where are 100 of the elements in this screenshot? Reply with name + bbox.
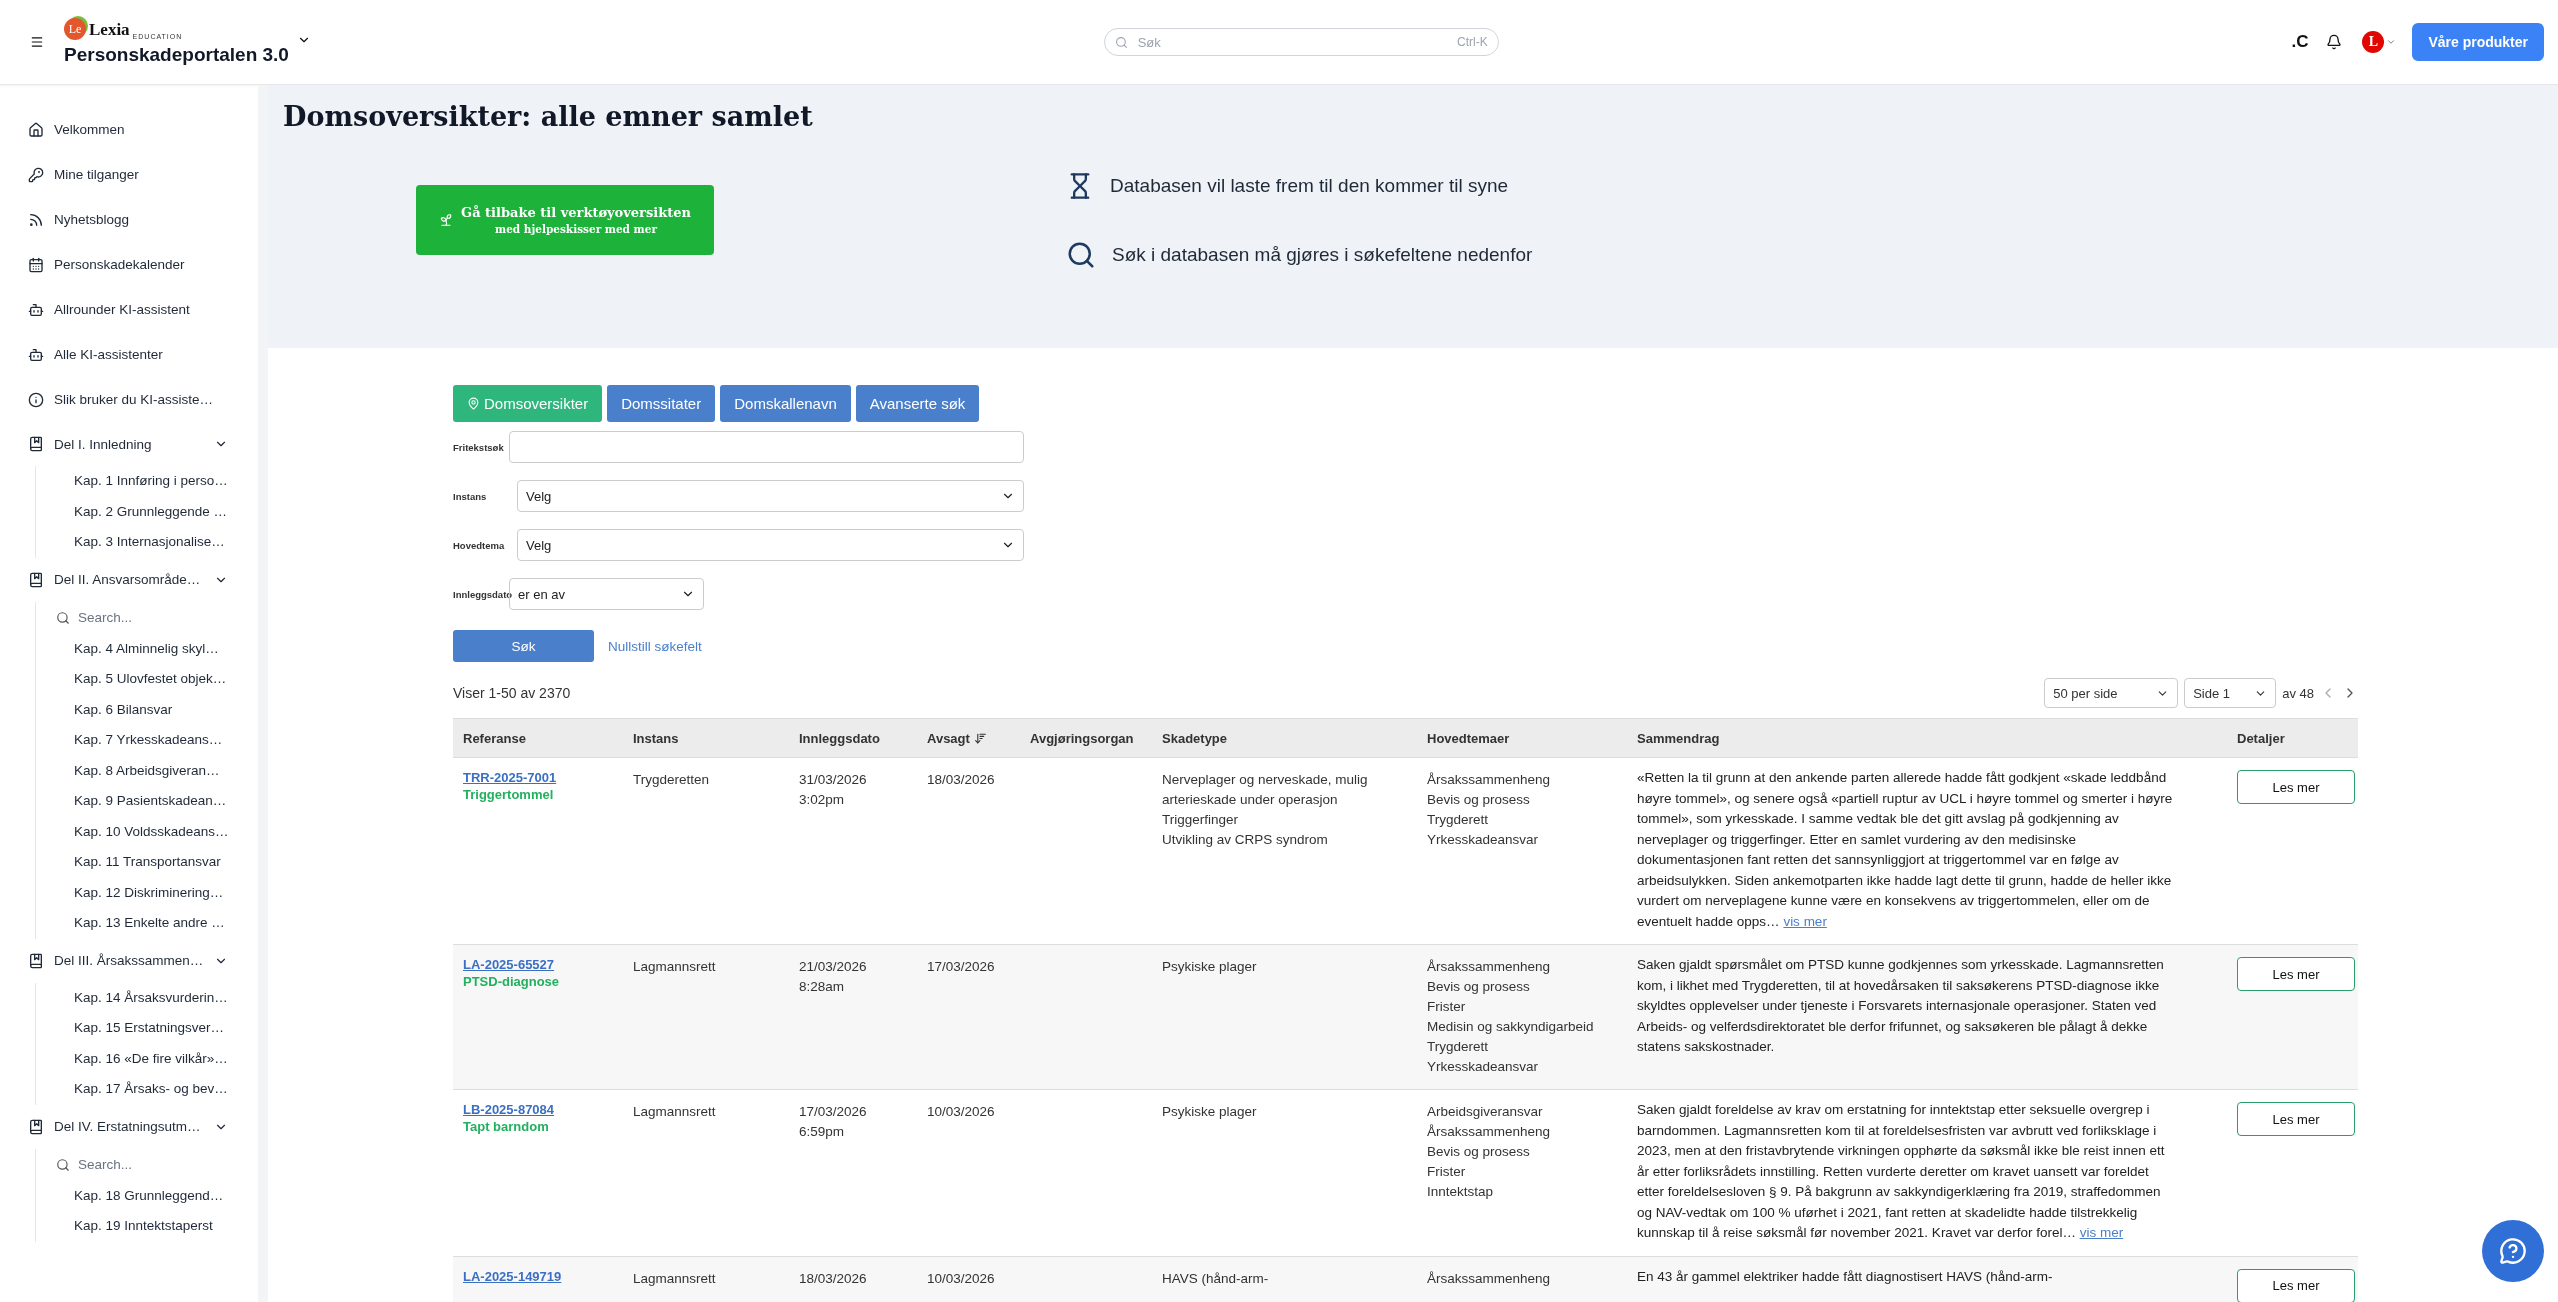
sidebar-subitem[interactable]: Kap. 11 Transportansvar <box>36 847 258 878</box>
table-cell-text: 21/03/2026 <box>799 958 868 976</box>
column-header[interactable]: Referanse <box>453 730 623 746</box>
map-pin-icon <box>467 397 480 410</box>
sort-icon <box>973 731 987 745</box>
reference-link[interactable]: LA-2025-65527 <box>463 957 615 974</box>
summary-text: En 43 år gammel elektriker hadde fått diagnostisert HAVS (hånd-arm- <box>1636 1267 2054 1286</box>
table-cell-text: HAVS (hånd-arm- <box>1162 1269 1270 1288</box>
sidebar-subitem[interactable]: Kap. 3 Internasjonalise… <box>36 527 258 558</box>
search-icon <box>56 610 70 625</box>
table-cell-text: Bevis og prosess <box>1427 791 1531 809</box>
table-cell-text: Yrkesskadeansvar <box>1427 831 1540 849</box>
sidebar-subitem[interactable]: Kap. 18 Grunnleggend… <box>36 1180 258 1211</box>
tab[interactable]: Avanserte søk <box>855 385 980 422</box>
sidebar-item[interactable]: Nyhetsblogg <box>28 197 258 242</box>
sidebar-subitem[interactable]: Kap. 12 Diskriminering… <box>36 877 258 908</box>
sidebar-subitem[interactable]: Kap. 17 Årsaks- og bev… <box>36 1074 258 1105</box>
summary-text: Saken gjaldt spørsmålet om PTSD kunne godkjennes som yrkesskade. Lagmannsretten kom, i likhet med Trygderetten, til at hovedårsaken til saksøkerens PTSD-diagnose ikke skyldtes opplevelser under tjeneste i Forsvarets internasjonale operasjoner. Staten ved Arbeids- og velferdsdirektoratet ble derfor frifunnet, og saksøkeren ble pålagt å dekke statens sakskostnader. <box>1636 956 2165 1056</box>
table-cell-text: 6:59pm <box>799 1123 846 1141</box>
site-search-input[interactable]: Søk <box>1135 33 1449 51</box>
table-cell-text: Bevis og prosess <box>1427 978 1531 996</box>
column-header[interactable]: Avgjøringsorgan <box>1020 730 1152 746</box>
more-link[interactable]: vis mer <box>2079 1225 2124 1240</box>
sidebar-item[interactable]: Mine tilganger <box>28 152 258 197</box>
table-cell-text: Triggerfinger <box>1162 811 1240 829</box>
c-icon[interactable]: .C <box>2291 32 2309 52</box>
sidebar-subitem[interactable]: Kap. 2 Grunnleggende … <box>36 496 258 527</box>
sidebar-subitem[interactable]: Kap. 15 Erstatningsver… <box>36 1013 258 1044</box>
table-cell-text: Årsakssammenheng <box>1427 771 1552 789</box>
column-header[interactable]: Detaljer <box>2227 730 2358 746</box>
column-header[interactable]: Hovedtemaer <box>1417 730 1627 746</box>
table-cell-text: Lagmannsrett <box>633 1103 717 1121</box>
search-icon <box>1066 240 1096 270</box>
reference-link[interactable]: LB-2025-87084 <box>463 1102 615 1119</box>
table-cell-text: Trygderett <box>1427 811 1490 829</box>
products-button[interactable]: Våre produkter <box>2412 23 2544 61</box>
table-cell-text: Bevis og prosess <box>1427 1143 1531 1161</box>
table-cell-text: Psykiske plager <box>1162 958 1258 976</box>
sidebar-section[interactable]: Del II. Ansvarsområde… <box>28 557 228 602</box>
column-header[interactable]: Innleggsdato <box>789 730 917 746</box>
sidebar-section[interactable]: Del I. Innledning <box>28 422 228 466</box>
sidebar-subitem[interactable]: Kap. 9 Pasientskadean… <box>36 786 258 817</box>
page-total: av 48 <box>2282 685 2314 701</box>
read-more-button[interactable]: Les mer <box>2237 1102 2355 1136</box>
per-page-select[interactable]: 50 per side <box>2044 678 2179 708</box>
sidebar-subitem[interactable]: Kap. 5 Ulovfestet objek… <box>36 664 258 695</box>
sidebar-item[interactable]: Alle KI-assistenter <box>28 332 258 377</box>
read-more-button[interactable]: Les mer <box>2237 957 2355 991</box>
field-label: Fritekstsøk <box>453 441 505 453</box>
page-select[interactable]: Side 1 <box>2184 678 2277 708</box>
sidebar-item[interactable]: Personskadekalender <box>28 242 258 287</box>
sidebar-subitem[interactable]: Kap. 7 Yrkesskadeans… <box>36 725 258 756</box>
sidebar-item[interactable]: Slik bruker du KI-assiste… <box>28 377 258 422</box>
sidebar-section[interactable]: Del III. Årsakssammen… <box>28 938 228 983</box>
reference-link[interactable]: LA-2025-149719 <box>463 1268 615 1285</box>
sidebar-section[interactable]: Del IV. Erstatningsutm… <box>28 1104 228 1149</box>
sidebar-subitem[interactable]: Kap. 4 Alminnelig skyl… <box>36 633 258 664</box>
sidebar-subitem[interactable]: Kap. 10 Voldsskadeans… <box>36 816 258 847</box>
table-cell-text: Årsakssammenheng <box>1427 958 1552 976</box>
table-cell-text: 18/03/2026 <box>799 1269 868 1288</box>
case-tag: PTSD-diagnose <box>463 973 615 990</box>
bell-icon[interactable] <box>2326 34 2343 50</box>
sidebar-item[interactable]: Velkommen <box>28 107 258 152</box>
column-header[interactable]: Avsagt <box>917 730 1020 746</box>
sidebar-subitem[interactable]: Kap. 16 «De fire vilkår»… <box>36 1043 258 1074</box>
table-cell-text: 8:28am <box>799 978 846 996</box>
sidebar-subitem[interactable]: Kap. 8 Arbeidsgiveran… <box>36 755 258 786</box>
column-header[interactable]: Skadetype <box>1152 730 1417 746</box>
reset-link[interactable]: Nullstill søkefelt <box>608 638 702 654</box>
case-tag: Triggertommel <box>463 786 615 803</box>
shortcut-hint: Ctrl-K <box>1457 35 1488 49</box>
column-header[interactable]: Sammendrag <box>1627 730 2227 746</box>
select-field[interactable]: Velg <box>517 480 1024 512</box>
search-button[interactable]: Søk <box>453 630 594 662</box>
read-more-button[interactable]: Les mer <box>2237 1268 2355 1302</box>
select-field[interactable]: Velg <box>517 529 1024 561</box>
input-field[interactable] <box>509 431 1024 463</box>
sidebar-subitem[interactable]: Kap. 6 Bilansvar <box>36 694 258 725</box>
tab[interactable]: Domskallenavn <box>720 385 851 422</box>
field-label: Hovedtema <box>453 539 506 551</box>
reference-link[interactable]: TRR-2025-7001 <box>463 770 615 787</box>
sprout-icon <box>439 213 454 227</box>
table-cell-text: 17/03/2026 <box>799 1103 868 1121</box>
sidebar-item[interactable]: Allrounder KI-assistent <box>28 287 258 332</box>
table-cell-text: 31/03/2026 <box>799 771 868 789</box>
chevron-icon <box>2386 37 2397 47</box>
sidebar-subitem[interactable]: Kap. 13 Enkelte andre … <box>36 908 258 939</box>
info-text: Databasen vil laste frem til den kommer til syne <box>1110 175 1509 197</box>
book-icon <box>28 952 44 969</box>
help-chat-icon <box>2499 1237 2527 1265</box>
table-cell-text: Psykiske plager <box>1162 1103 1258 1121</box>
sidebar-subitem[interactable]: Kap. 14 Årsaksvurderin… <box>36 982 258 1013</box>
sidebar-subitem[interactable]: Kap. 19 Inntektstaperst <box>36 1211 258 1242</box>
tab[interactable]: Domssitater <box>607 385 716 422</box>
read-more-button[interactable]: Les mer <box>2237 770 2355 804</box>
sidebar-subitem[interactable]: Kap. 1 Innføring i perso… <box>36 466 258 497</box>
book-icon <box>28 1118 44 1135</box>
menu-icon[interactable] <box>30 35 44 49</box>
column-header[interactable]: Instans <box>623 730 789 746</box>
more-link[interactable]: vis mer <box>1783 913 1827 929</box>
